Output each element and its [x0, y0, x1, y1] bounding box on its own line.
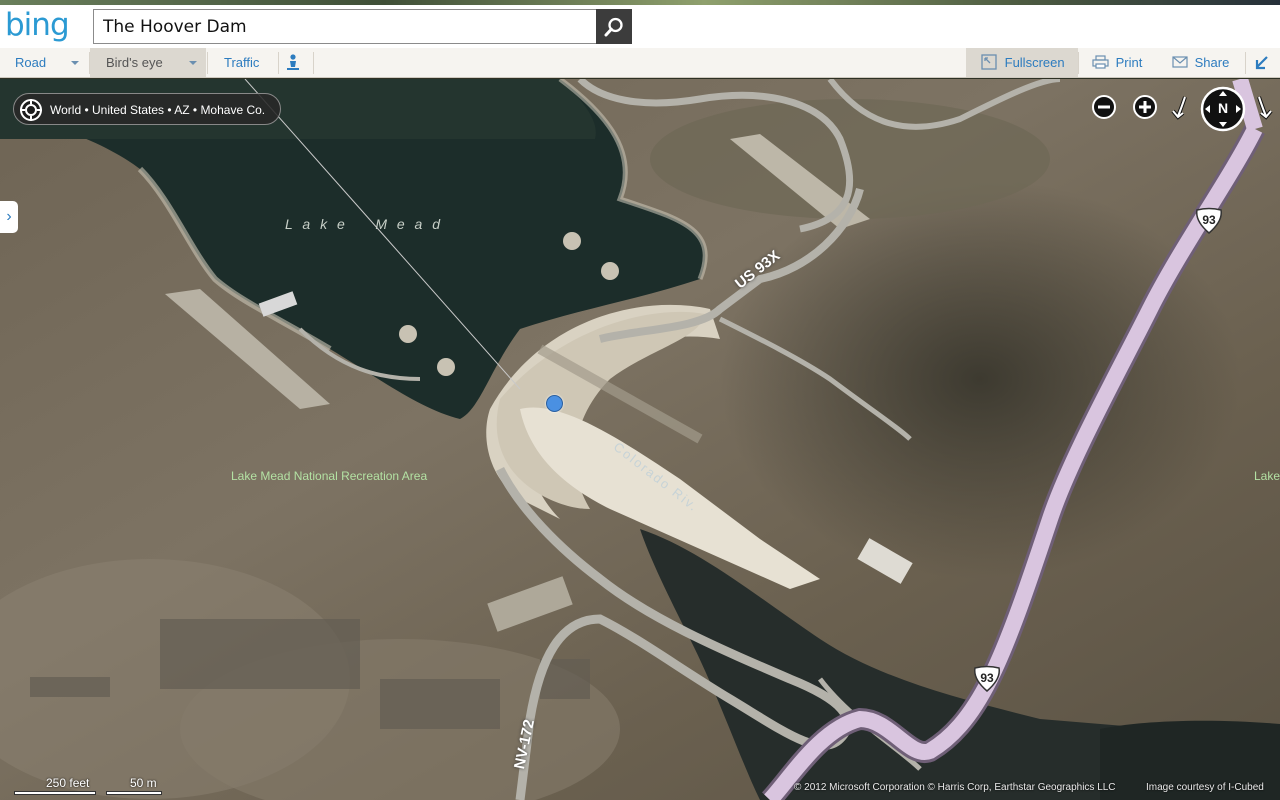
arrow-down-left-icon: [1255, 56, 1268, 70]
recreation-area-label: Lake Mead National Recreation Area: [231, 469, 428, 483]
printer-icon: [1092, 55, 1109, 69]
divider: [1078, 52, 1079, 74]
bing-logo[interactable]: bing: [5, 7, 70, 43]
divider: [1245, 52, 1246, 74]
person-icon: [287, 54, 299, 70]
rotate-right-button[interactable]: [1252, 94, 1274, 120]
collapse-button[interactable]: [1254, 48, 1272, 77]
scale-bar-feet: [14, 791, 96, 795]
map-scale: 250 feet 50 m: [14, 776, 164, 798]
fullscreen-button[interactable]: Fullscreen: [966, 48, 1078, 77]
road-dropdown-button[interactable]: [62, 48, 88, 77]
search-button[interactable]: [596, 9, 632, 44]
us93-shield: 93: [1194, 207, 1224, 235]
shield-number: 93: [1202, 213, 1216, 227]
chevron-down-icon: [189, 60, 197, 65]
traffic-button[interactable]: Traffic: [224, 48, 259, 77]
aerial-imagery: [0, 79, 1280, 800]
scale-bar-meters: [106, 791, 162, 795]
shield-number: 93: [980, 671, 994, 685]
map-toolbar: Road Bird's eye Traffic Fullscreen Print: [0, 48, 1280, 78]
compass-button[interactable]: N: [1200, 86, 1246, 132]
compass-north-label: N: [1217, 100, 1229, 116]
lake-edge-label: Lake: [1254, 469, 1280, 483]
print-label: Print: [1115, 55, 1143, 70]
expand-panel-button[interactable]: ›: [0, 201, 18, 233]
rotate-left-button[interactable]: [1170, 94, 1192, 120]
divider: [207, 52, 208, 74]
share-label: Share: [1194, 55, 1230, 70]
zoom-out-button[interactable]: [1091, 94, 1117, 120]
search-input[interactable]: [93, 9, 597, 44]
zoom-in-button[interactable]: [1132, 94, 1158, 120]
location-marker[interactable]: [546, 395, 563, 412]
envelope-icon: [1172, 56, 1188, 68]
image-credit-text: Image courtesy of I-Cubed: [1146, 782, 1264, 793]
locate-icon: [20, 99, 42, 121]
share-button[interactable]: Share: [1172, 48, 1229, 77]
location-breadcrumb[interactable]: World • United States • AZ • Mohave Co.: [13, 93, 282, 125]
fullscreen-icon: [981, 54, 997, 70]
scale-meter-label: 50 m: [130, 776, 157, 790]
streetside-button[interactable]: [286, 48, 304, 77]
chevron-down-icon: [71, 60, 79, 65]
print-button[interactable]: Print: [1092, 48, 1142, 77]
birds-eye-dropdown-button[interactable]: [180, 48, 206, 77]
copyright-text: © 2012 Microsoft Corporation © Harris Co…: [794, 782, 1116, 793]
road-view-button[interactable]: Road: [15, 48, 46, 77]
lake-label: L a k e M e a d: [285, 216, 444, 232]
birds-eye-view-button[interactable]: Bird's eye: [90, 48, 180, 77]
breadcrumb-text: World • United States • AZ • Mohave Co.: [50, 103, 266, 117]
chevron-right-icon: ›: [6, 208, 12, 225]
header: bing: [0, 5, 1280, 48]
divider: [278, 52, 279, 74]
us93-shield: 93: [972, 665, 1002, 693]
scale-feet-label: 250 feet: [46, 776, 90, 790]
divider: [313, 52, 314, 74]
map-canvas[interactable]: L a k e M e a d Lake Mead National Recre…: [0, 79, 1280, 800]
search-icon: [604, 17, 623, 36]
fullscreen-label: Fullscreen: [1004, 55, 1065, 70]
